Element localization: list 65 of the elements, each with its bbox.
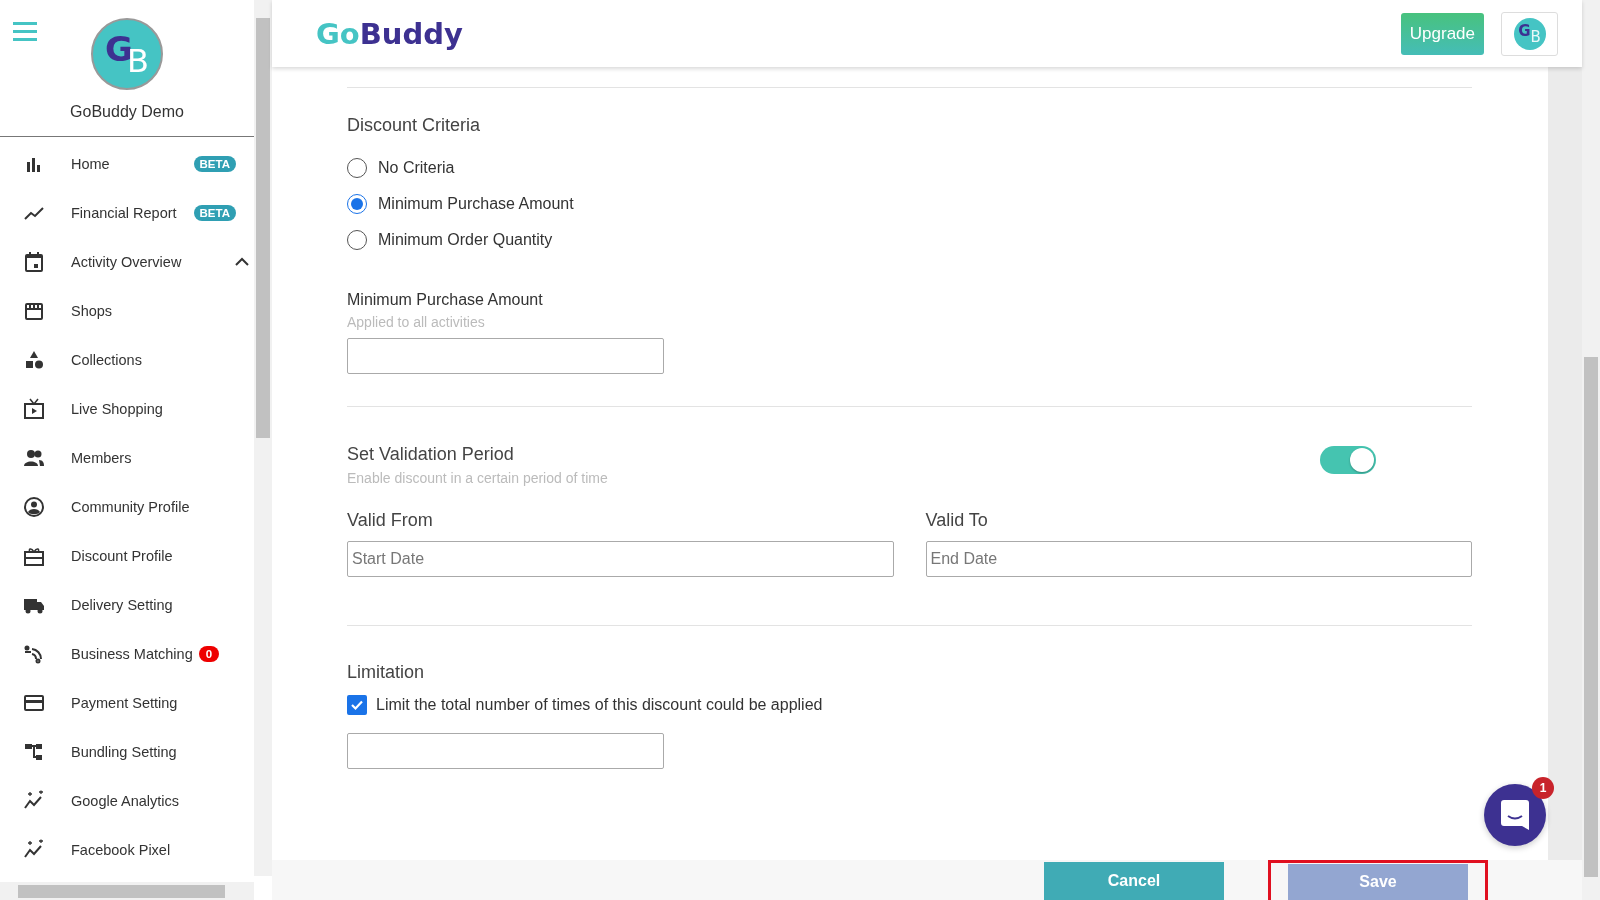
badge: BETA [193, 155, 236, 172]
section-title: Set Validation Period [347, 444, 515, 465]
sidebar-item[interactable]: Collections [0, 335, 254, 384]
sidebar-item[interactable]: Business Matching 0 [0, 629, 254, 678]
chevron-up-icon[interactable] [235, 257, 249, 266]
sidebar-item-label: Shops [71, 302, 113, 319]
sidebar-item-label: Live Shopping [71, 400, 163, 417]
badge: 0 [198, 645, 220, 662]
radio-label: No Criteria [378, 159, 455, 177]
sidebar-item[interactable]: Shops [0, 286, 254, 335]
sidebar-item-label: Activity Overview [71, 253, 182, 270]
radio-label: Minimum Order Quantity [378, 231, 553, 249]
sidebar-item[interactable]: Facebook Pixel [0, 825, 254, 874]
page-scrollbar[interactable] [1582, 0, 1600, 900]
sidebar-item[interactable]: Activity Overview [0, 237, 254, 286]
account-button[interactable]: GB [1501, 11, 1558, 56]
sidebar-item[interactable]: Financial Report BETA [0, 188, 254, 237]
sidebar-item[interactable]: Delivery Setting [0, 580, 254, 629]
end-date-input[interactable]: End Date [925, 541, 1472, 577]
start-date-input[interactable]: Start Date [347, 541, 894, 577]
sidebar-item-label: Delivery Setting [71, 596, 173, 613]
sidebar-item[interactable]: Bundling Setting [0, 727, 254, 776]
horizontal-scrollbar[interactable] [0, 882, 254, 900]
profile-avatar: GB [91, 18, 163, 90]
sidebar-item-label: Home [71, 155, 110, 172]
field-hint: Applied to all activities [347, 314, 486, 330]
field-label: Valid To [925, 510, 989, 531]
calendar-icon [23, 250, 45, 273]
section-title: Limitation [347, 662, 426, 683]
field-label: Minimum Purchase Amount [347, 291, 544, 309]
checkbox[interactable] [347, 695, 367, 715]
sidebar-item-label: Discount Profile [71, 547, 173, 564]
person-icon [23, 495, 45, 518]
toggle-switch[interactable] [1320, 446, 1376, 474]
chat-icon [1500, 799, 1530, 831]
checkmark-icon [350, 698, 364, 712]
sidebar-item-label: Bundling Setting [71, 743, 177, 760]
menu-icon[interactable] [13, 21, 37, 41]
sidebar-item-label: Financial Report [71, 204, 177, 221]
sidebar-item[interactable]: Members [0, 433, 254, 482]
limit-input[interactable] [347, 733, 664, 769]
tv-icon [23, 397, 45, 420]
sidebar-item-label: Google Analytics [71, 792, 179, 809]
sidebar-item-label: Business Matching [71, 645, 193, 662]
sidebar-item[interactable]: Google Analytics [0, 776, 254, 825]
logo: GoBuddy [316, 16, 463, 51]
sidebar-item[interactable]: Home BETA [0, 139, 254, 188]
amount-input[interactable] [347, 338, 664, 374]
sidebar-item-label: Members [71, 449, 132, 466]
sidebar-item[interactable]: Payment Setting [0, 678, 254, 727]
sidebar-item[interactable]: Community Profile [0, 482, 254, 531]
profile-name: GoBuddy Demo [70, 103, 184, 121]
radio-label: Minimum Purchase Amount [378, 195, 574, 213]
badge: BETA [193, 204, 236, 221]
section-hint: Enable discount in a certain period of time [347, 470, 608, 486]
sidebar-item-label: Collections [71, 351, 142, 368]
field-label: Valid From [347, 510, 434, 531]
sidebar-item[interactable]: Discount Profile [0, 531, 254, 580]
checkbox-label: Limit the total number of times of this discount could be applied [376, 696, 823, 714]
section-title: Discount Criteria [347, 115, 482, 136]
sidebar-item-label: Payment Setting [71, 694, 178, 711]
sidebar-item-label: Facebook Pixel [71, 841, 171, 858]
sidebar-item-label: Community Profile [71, 498, 190, 515]
scrollbar[interactable] [254, 0, 272, 876]
sidebar-item[interactable]: Live Shopping [0, 384, 254, 433]
